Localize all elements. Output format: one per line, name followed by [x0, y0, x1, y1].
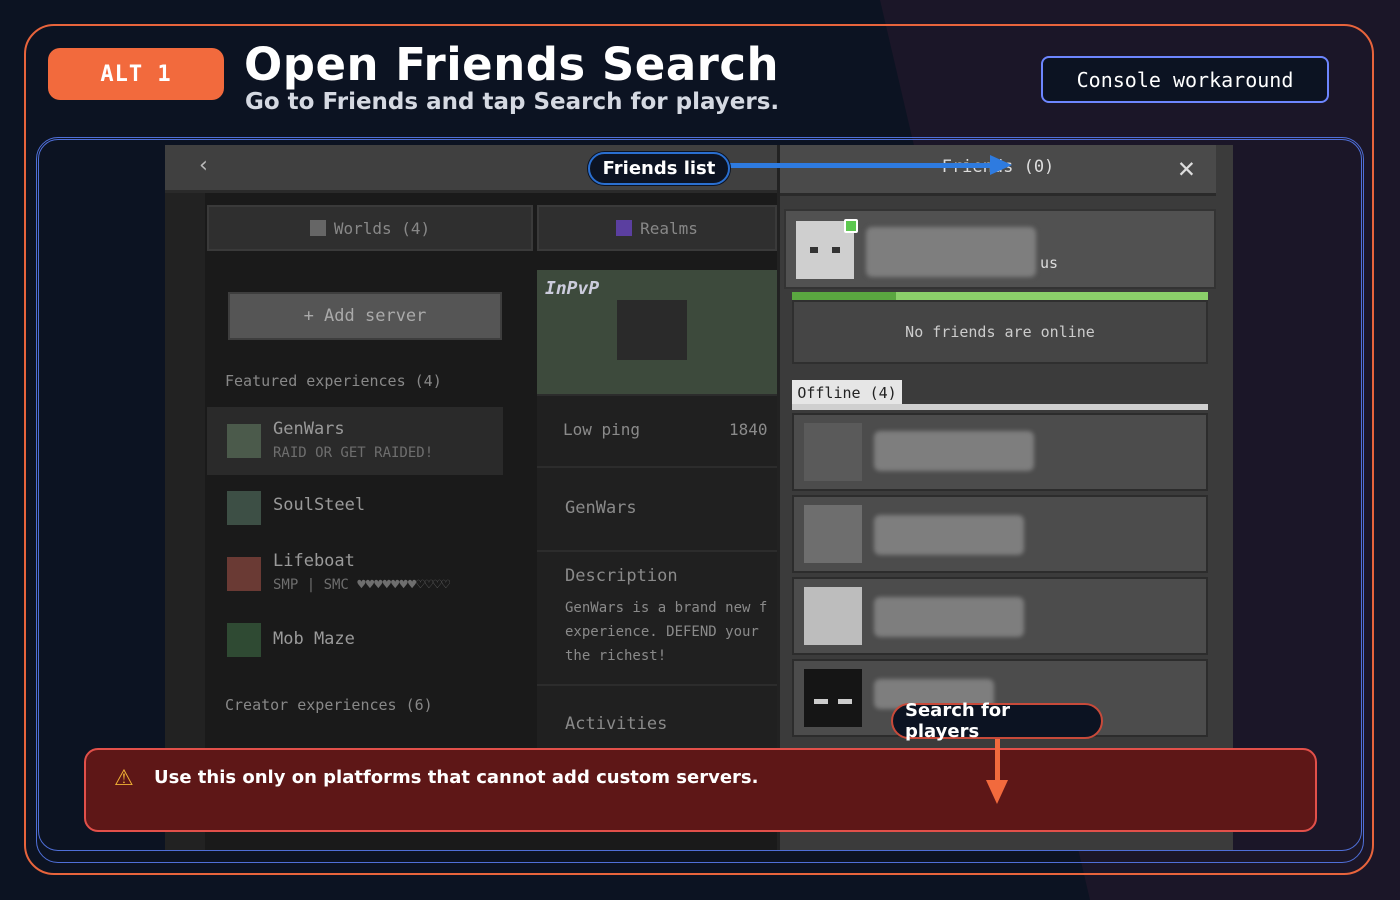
friends-list-arrow-head	[990, 155, 1012, 175]
online-progress-fill	[792, 292, 896, 300]
description-line: the richest!	[565, 648, 667, 664]
search-players-callout[interactable]: Search for players	[891, 700, 1103, 742]
server-row[interactable]: Mob Maze	[207, 613, 503, 681]
page-subtitle: Go to Friends and tap Search for players…	[245, 89, 780, 115]
tab-realms-label: Realms	[640, 218, 698, 238]
console-workaround-tag: Console workaround	[1041, 56, 1329, 103]
realms-icon	[616, 220, 633, 236]
avatar-eye	[810, 247, 818, 253]
server-thumbnail: InPvP	[537, 270, 777, 394]
tab-worlds-label: Worlds (4)	[333, 218, 431, 238]
game-screenshot: ‹ Worlds (4) Realms + Add server Feature…	[165, 145, 1233, 850]
redacted-name	[874, 597, 1024, 637]
avatar-eye	[814, 699, 828, 704]
avatar	[804, 505, 862, 563]
ping-info: Low ping 1840	[537, 394, 777, 468]
ping-label: Low ping	[563, 420, 641, 439]
tab-worlds[interactable]: Worlds (4)	[207, 205, 533, 251]
detail-name-block: GenWars	[537, 466, 777, 552]
activities-block: Activities	[537, 684, 777, 756]
offline-divider	[792, 404, 1208, 410]
description-line: GenWars is a brand new f	[565, 600, 768, 616]
mob-maze-icon	[227, 623, 261, 657]
featured-label: Featured experiences (4)	[225, 372, 442, 390]
thumbnail-shape	[617, 300, 687, 360]
avatar	[804, 423, 862, 481]
world-icon	[309, 220, 326, 236]
online-progress-bar	[792, 292, 1208, 300]
avatar	[804, 669, 862, 727]
friends-list-arrow	[728, 163, 998, 168]
activities-label: Activities	[565, 714, 668, 734]
offline-tab[interactable]: Offline (4)	[792, 380, 902, 406]
player-count: 1840	[729, 420, 768, 439]
warning-triangle-icon: ⚠	[114, 766, 134, 791]
friend-row[interactable]	[792, 495, 1208, 573]
server-name: Lifeboat	[273, 551, 355, 571]
warning-banner: ⚠ Use this only on platforms that cannot…	[84, 748, 1317, 832]
tab-realms[interactable]: Realms	[537, 205, 777, 251]
genwars-icon	[227, 424, 261, 458]
friend-row[interactable]	[792, 577, 1208, 655]
description-line: experience. DEFEND your	[565, 624, 759, 640]
thumbnail-logo: InPvP	[545, 278, 600, 299]
detail-server-name: GenWars	[565, 498, 637, 518]
avatar-eye	[838, 699, 852, 704]
close-icon[interactable]: ✕	[1178, 151, 1195, 184]
server-name: Mob Maze	[273, 629, 355, 649]
server-row[interactable]: Lifeboat SMP | SMC ♥♥♥♥♥♥♥♡♡♡♡	[207, 545, 503, 613]
add-server-button[interactable]: + Add server	[228, 292, 502, 340]
warning-text: Use this only on platforms that cannot a…	[154, 767, 759, 788]
creator-label: Creator experiences (6)	[225, 696, 433, 714]
server-subtitle: SMP | SMC ♥♥♥♥♥♥♥♡♡♡♡	[273, 577, 451, 593]
redacted-name	[874, 431, 1034, 471]
server-name: GenWars	[273, 419, 345, 439]
no-friends-online: No friends are online	[792, 300, 1208, 364]
soulsteel-icon	[227, 491, 261, 525]
server-row[interactable]: GenWars RAID OR GET RAIDED!	[207, 407, 503, 475]
avatar-eye	[832, 247, 840, 253]
friend-row[interactable]	[792, 413, 1208, 491]
redacted-name	[874, 515, 1024, 555]
avatar	[804, 587, 862, 645]
page-title: Open Friends Search	[244, 38, 780, 91]
my-profile-card[interactable]: us	[784, 209, 1216, 289]
description-label: Description	[565, 566, 678, 586]
friends-list-callout: Friends list	[588, 152, 730, 185]
my-status: us	[1040, 254, 1059, 272]
server-name: SoulSteel	[273, 495, 366, 515]
friends-panel: Friends (0) ✕ us No friends are online O…	[777, 145, 1233, 850]
back-chevron-icon[interactable]: ‹	[197, 153, 210, 178]
online-indicator	[844, 219, 858, 233]
alt-badge: ALT 1	[48, 48, 224, 100]
description-block: Description GenWars is a brand new f exp…	[537, 550, 777, 686]
server-row[interactable]: SoulSteel	[207, 483, 503, 551]
server-subtitle: RAID OR GET RAIDED!	[273, 445, 434, 461]
search-players-arrow-head	[986, 780, 1008, 804]
redacted-name	[866, 227, 1036, 277]
lifeboat-icon	[227, 557, 261, 591]
